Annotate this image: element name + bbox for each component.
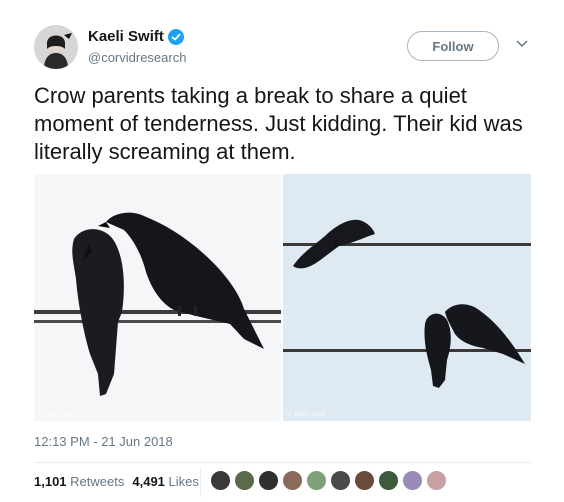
liker-avatar[interactable] (234, 470, 255, 491)
tweet-photo-right[interactable]: © Kaeli Swift (283, 174, 531, 421)
chevron-down-icon[interactable] (516, 40, 528, 48)
likes-count: 4,491 (132, 474, 165, 489)
tweet-stats: 1,101 Retweets 4,491 Likes (34, 474, 199, 489)
tweet-photo-left[interactable]: © Kaeli Swift (34, 174, 281, 421)
tweet-text: Crow parents taking a break to share a q… (34, 83, 523, 164)
retweets-label: Retweets (70, 474, 125, 489)
liker-avatar[interactable] (210, 470, 231, 491)
photo-watermark: © Kaeli Swift (38, 410, 78, 418)
liker-avatar[interactable] (282, 470, 303, 491)
author-handle[interactable]: @corvidresearch (88, 50, 186, 65)
follow-button[interactable]: Follow (407, 31, 499, 61)
crows-on-wires-photo (283, 174, 531, 421)
liker-avatar[interactable] (426, 470, 447, 491)
stats-divider (34, 462, 531, 463)
user-avatar-icon (34, 25, 78, 69)
photo-watermark: © Kaeli Swift (287, 410, 327, 418)
liker-avatar[interactable] (354, 470, 375, 491)
author-name[interactable]: Kaeli Swift (88, 28, 164, 45)
likes-label: Likes (168, 474, 199, 489)
verified-badge-icon (167, 28, 184, 45)
liker-avatar[interactable] (378, 470, 399, 491)
likes-stat[interactable]: 4,491 Likes (132, 474, 199, 489)
retweets-stat[interactable]: 1,101 Retweets (34, 474, 124, 489)
liker-avatar[interactable] (330, 470, 351, 491)
retweets-count: 1,101 (34, 474, 67, 489)
liker-avatar[interactable] (258, 470, 279, 491)
stats-separator (200, 467, 201, 497)
liker-avatar[interactable] (402, 470, 423, 491)
author-avatar[interactable] (34, 25, 78, 69)
author-name-row[interactable]: Kaeli Swift (88, 28, 184, 45)
crow-pair-photo (34, 174, 281, 421)
tweet-timestamp[interactable]: 12:13 PM - 21 Jun 2018 (34, 434, 173, 449)
liker-avatars (210, 470, 450, 491)
liker-avatar[interactable] (306, 470, 327, 491)
